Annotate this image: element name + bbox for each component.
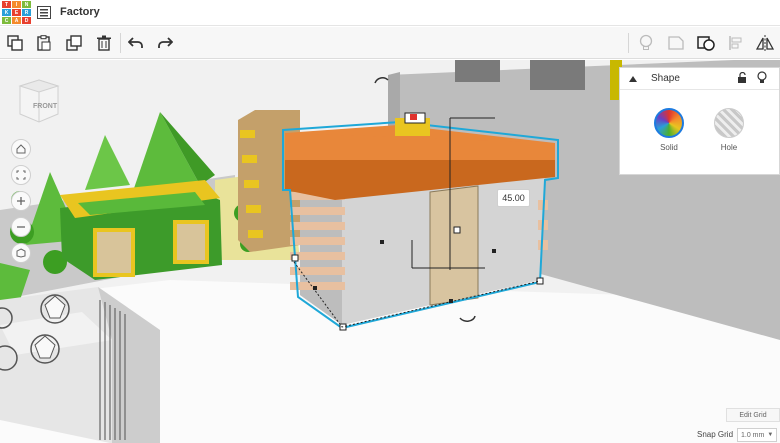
duplicate-icon[interactable] [63, 32, 85, 54]
tinkercad-logo[interactable]: T I N K E R C A D [2, 1, 31, 25]
shape-inspector-panel: Shape Solid Hole [619, 67, 780, 175]
trash-icon[interactable] [93, 32, 115, 54]
top-bar: T I N K E R C A D Factory [0, 0, 780, 26]
snap-grid-select[interactable]: 1.0 mm ▼ [737, 428, 777, 442]
solid-label: Solid [660, 143, 678, 152]
snap-grid-value: 1.0 mm [741, 431, 765, 439]
chevron-down-icon: ▼ [767, 432, 774, 438]
zoom-out-icon[interactable] [11, 217, 31, 237]
perspective-icon[interactable] [11, 243, 31, 263]
hole-label: Hole [720, 143, 738, 152]
note-icon[interactable] [665, 32, 687, 54]
group-icon[interactable] [695, 32, 717, 54]
copy-icon[interactable] [4, 32, 26, 54]
redo-icon[interactable] [154, 32, 176, 54]
lock-icon[interactable] [737, 72, 747, 84]
solid-color-button[interactable] [654, 108, 684, 138]
light-bulb-icon[interactable] [635, 32, 657, 54]
project-list-icon[interactable] [37, 6, 51, 24]
height-dimension-input[interactable]: 45.00 [497, 189, 530, 207]
toolbar [0, 27, 780, 59]
collapse-icon[interactable] [628, 75, 638, 83]
zoom-in-icon[interactable] [11, 191, 31, 211]
mirror-icon[interactable] [754, 32, 776, 54]
align-icon[interactable] [725, 32, 747, 54]
view-cube[interactable]: FRONT [14, 76, 64, 136]
panel-header: Shape [620, 68, 779, 90]
home-icon[interactable] [11, 139, 31, 159]
snap-grid-label: Snap Grid [697, 430, 734, 439]
edit-grid-button[interactable]: Edit Grid [726, 408, 780, 422]
bulb-icon[interactable] [757, 71, 767, 85]
undo-icon[interactable] [125, 32, 147, 54]
view-cube-face-label: FRONT [33, 103, 58, 110]
project-name[interactable]: Factory [60, 6, 100, 18]
fit-view-icon[interactable] [11, 165, 31, 185]
paste-icon[interactable] [33, 32, 55, 54]
hole-button[interactable] [714, 108, 744, 138]
panel-title: Shape [651, 73, 680, 84]
